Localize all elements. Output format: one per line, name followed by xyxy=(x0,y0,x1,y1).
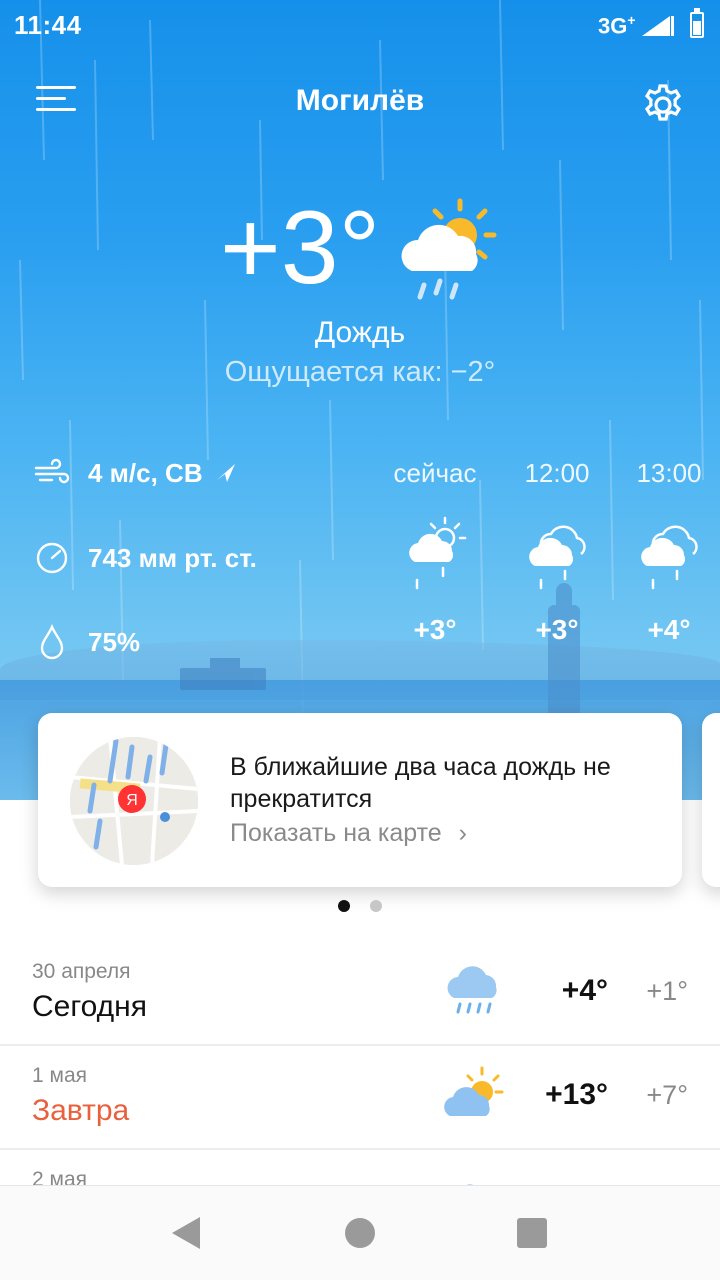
carousel-pagination xyxy=(338,900,382,912)
network-label: 3G xyxy=(598,13,628,39)
day-min-temp: +7° xyxy=(646,1080,688,1110)
day-name: Сегодня xyxy=(32,990,147,1023)
wind-icon xyxy=(34,455,70,491)
pagination-dot-active[interactable] xyxy=(338,900,350,912)
battery-icon xyxy=(690,8,704,38)
wind-value: 4 м/с, СВ xyxy=(88,457,203,488)
weather-hero-background xyxy=(0,0,720,800)
hourly-item[interactable]: 13:00 +4° xyxy=(614,458,720,658)
current-temperature: +3° xyxy=(220,190,381,306)
day-name: Завтра xyxy=(32,1094,130,1127)
pressure-gauge-icon xyxy=(34,540,70,576)
cloud-rain-icon xyxy=(641,525,698,590)
map-preview-icon: Я xyxy=(70,737,198,865)
status-bar: 11:44 3G+ xyxy=(0,0,720,52)
cloud-rain-icon xyxy=(447,966,497,1014)
hour-label: сейчас xyxy=(393,458,477,488)
feels-like: Ощущается как: −2° xyxy=(224,356,496,388)
day-max-temp: +4° xyxy=(561,974,608,1007)
cloud-sun-rain-icon xyxy=(409,516,467,590)
signal-icon xyxy=(642,16,674,36)
nowcast-card[interactable]: Я В ближайшие два часа дождь не прекрати… xyxy=(38,713,682,887)
hour-label: 12:00 xyxy=(524,458,590,488)
day-date: 1 мая xyxy=(32,1064,88,1087)
hour-temperature: +3° xyxy=(413,614,457,645)
hour-temperature: +3° xyxy=(535,614,579,645)
wind-direction-arrow-icon xyxy=(216,464,235,482)
yandex-marker-label: Я xyxy=(126,792,138,809)
humidity-detail: 75% xyxy=(34,624,140,660)
current-condition: Дождь xyxy=(314,316,406,349)
rain-map-thumbnail[interactable]: Я xyxy=(70,737,198,865)
pagination-dot[interactable] xyxy=(370,900,382,912)
ship-silhouette xyxy=(180,658,266,690)
cloud-sun-rain-icon xyxy=(401,198,497,300)
show-on-map-label: Показать на карте xyxy=(230,819,442,847)
cloud-sun-icon xyxy=(444,1066,504,1116)
show-on-map-link[interactable]: Показать на карте › xyxy=(230,819,467,848)
daily-row[interactable]: 1 мая Завтра +13° +7° xyxy=(0,1046,720,1150)
city-title[interactable]: Могилёв xyxy=(0,84,720,118)
network-plus: + xyxy=(627,12,636,28)
pressure-value: 743 мм рт. ст. xyxy=(88,542,257,573)
hourly-item[interactable]: сейчас +3° xyxy=(380,458,490,658)
hour-label: 13:00 xyxy=(636,458,702,488)
day-min-temp: +1° xyxy=(646,976,688,1006)
system-navigation-bar xyxy=(0,1185,720,1280)
day-date: 30 апреля xyxy=(32,960,131,983)
cloud-rain-icon xyxy=(529,525,586,590)
humidity-drop-icon xyxy=(34,624,70,660)
hourly-item[interactable]: 12:00 +3° xyxy=(502,458,612,658)
wind-detail: 4 м/с, СВ xyxy=(34,455,237,491)
home-button[interactable] xyxy=(345,1218,375,1248)
next-card-peek[interactable] xyxy=(702,713,720,887)
back-button[interactable] xyxy=(172,1217,200,1249)
nowcast-message: В ближайшие два часа дождь не прекратитс… xyxy=(230,753,611,813)
status-time: 11:44 xyxy=(14,10,82,40)
network-type: 3G+ xyxy=(598,12,636,39)
day-max-temp: +13° xyxy=(545,1078,608,1111)
recent-apps-button[interactable] xyxy=(517,1218,547,1248)
daily-row[interactable]: 30 апреля Сегодня +4° +1° xyxy=(0,942,720,1046)
settings-gear-icon[interactable] xyxy=(640,82,686,128)
humidity-value: 75% xyxy=(88,626,141,657)
chevron-right-icon: › xyxy=(458,819,467,847)
pressure-detail: 743 мм рт. ст. xyxy=(34,540,257,576)
hour-temperature: +4° xyxy=(647,614,691,645)
